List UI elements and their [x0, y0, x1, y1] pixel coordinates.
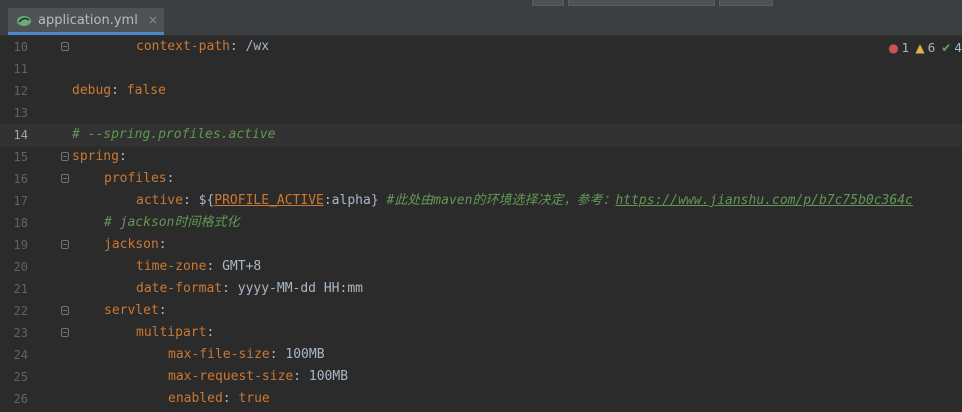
yaml-file-icon [16, 12, 32, 28]
line-number: 11 [13, 62, 28, 76]
code-text: max-request-size: 100MB [168, 366, 348, 388]
code-text: # jackson时间格式化 [104, 212, 239, 234]
code-token: : ${ [182, 193, 215, 208]
code-text: spring: [72, 146, 127, 168]
fold-icon[interactable] [61, 240, 69, 249]
line-number: 26 [13, 392, 28, 406]
line-number: 15 [13, 150, 28, 164]
line-number: 21 [13, 282, 28, 296]
line-number: 20 [13, 260, 28, 274]
code-line[interactable]: 25 max-request-size: 100MB [0, 366, 962, 388]
line-number: 23 [13, 326, 28, 340]
code-token: : 100MB [293, 369, 349, 384]
code-line[interactable]: 22 servlet: [0, 300, 962, 322]
fold-icon[interactable] [61, 152, 69, 161]
code-text: context-path: /wx [136, 36, 269, 58]
code-token: time-zone [136, 259, 207, 274]
code-token: : [206, 325, 215, 340]
code-token: : [158, 237, 167, 252]
line-number: 17 [13, 194, 28, 208]
code-token: : /wx [229, 39, 270, 54]
code-line[interactable]: 19 jackson: [0, 234, 962, 256]
code-line[interactable]: 16 profiles: [0, 168, 962, 190]
line-number: 10 [13, 40, 28, 54]
line-number: 16 [13, 172, 28, 186]
line-number: 14 [13, 128, 28, 142]
line-number: 24 [13, 348, 28, 362]
code-token: max-request-size [168, 369, 294, 384]
code-line[interactable]: 15 spring: [0, 146, 962, 168]
hidden-tab[interactable] [532, 0, 564, 6]
code-text: # --spring.profiles.active [72, 124, 276, 146]
line-number: 13 [13, 106, 28, 120]
code-text: max-file-size: 100MB [168, 344, 325, 366]
code-token: : [118, 149, 127, 164]
code-line[interactable]: 11 [0, 58, 962, 80]
tab-application-yml[interactable]: application.yml × [8, 8, 164, 35]
code-token: active [136, 193, 183, 208]
code-token: # jackson时间格式化 [104, 215, 240, 230]
hidden-tab[interactable] [568, 0, 715, 6]
code-token: : [166, 171, 175, 186]
code-text: multipart: [136, 322, 214, 344]
code-text: enabled: true [168, 388, 270, 410]
editor-tab-bar: application.yml × [0, 0, 962, 36]
code-text: active: ${PROFILE_ACTIVE:alpha} #此处由mave… [136, 190, 913, 212]
code-token: false [126, 83, 166, 98]
code-line[interactable]: 26 enabled: true [0, 388, 962, 410]
code-token: debug [72, 83, 112, 98]
tab-label: application.yml [38, 12, 138, 28]
code-text: date-format: yyyy-MM-dd HH:mm [136, 278, 363, 300]
code-token: spring [72, 149, 119, 164]
code-token: #此处由maven的环境选择决定，参考： [386, 193, 616, 208]
code-text: debug: false [72, 80, 166, 102]
line-number: 22 [13, 304, 28, 318]
code-token: date-format [136, 281, 223, 296]
code-token: context-path [136, 39, 230, 54]
code-text: time-zone: GMT+8 [136, 256, 261, 278]
code-line[interactable]: 20 time-zone: GMT+8 [0, 256, 962, 278]
code-token: : [222, 391, 239, 406]
code-line[interactable]: 23 multipart: [0, 322, 962, 344]
fold-icon[interactable] [61, 306, 69, 315]
code-token: enabled [168, 391, 223, 406]
code-token: : [111, 83, 127, 98]
code-line[interactable]: 13 [0, 102, 962, 124]
code-line[interactable]: 21 date-format: yyyy-MM-dd HH:mm [0, 278, 962, 300]
code-token: PROFILE_ACTIVE [214, 193, 324, 208]
code-token: multipart [136, 325, 207, 340]
code-line[interactable]: 24 max-file-size: 100MB [0, 344, 962, 366]
code-token: jackson [104, 237, 159, 252]
line-number: 19 [13, 238, 28, 252]
fold-icon[interactable] [61, 328, 69, 337]
code-token: max-file-size [168, 347, 270, 362]
fold-icon[interactable] [61, 42, 69, 51]
code-line[interactable]: 10 context-path: /wx [0, 36, 962, 58]
code-text: profiles: [104, 168, 174, 190]
code-line[interactable]: 12 debug: false [0, 80, 962, 102]
line-number: 18 [13, 216, 28, 230]
code-editor[interactable]: ● 1 ▲ 6 ✔ 4 10 context-path: /wx 11 12 debug: f… [0, 36, 962, 412]
code-token: servlet [104, 303, 159, 318]
code-token: : 100MB [269, 347, 325, 362]
code-token: : yyyy-MM-dd HH:mm [222, 281, 363, 296]
code-line[interactable]: 14 # --spring.profiles.active [0, 124, 962, 146]
line-number: 12 [13, 84, 28, 98]
code-token: true [238, 391, 270, 406]
code-token: :alpha} [323, 193, 387, 208]
code-token: : [158, 303, 167, 318]
code-token: # --spring.profiles.active [72, 127, 276, 142]
hidden-tab[interactable] [719, 0, 773, 6]
close-icon[interactable]: × [148, 13, 158, 27]
fold-icon[interactable] [61, 174, 69, 183]
code-token: : GMT+8 [206, 259, 262, 274]
code-token: profiles [104, 171, 167, 186]
code-line[interactable]: 18 # jackson时间格式化 [0, 212, 962, 234]
line-number: 25 [13, 370, 28, 384]
code-text: jackson: [104, 234, 167, 256]
code-line[interactable]: 17 active: ${PROFILE_ACTIVE:alpha} #此处由ma… [0, 190, 962, 212]
code-token[interactable]: https://www.jianshu.com/p/b7c75b0c364c [615, 193, 912, 208]
code-text: servlet: [104, 300, 167, 322]
